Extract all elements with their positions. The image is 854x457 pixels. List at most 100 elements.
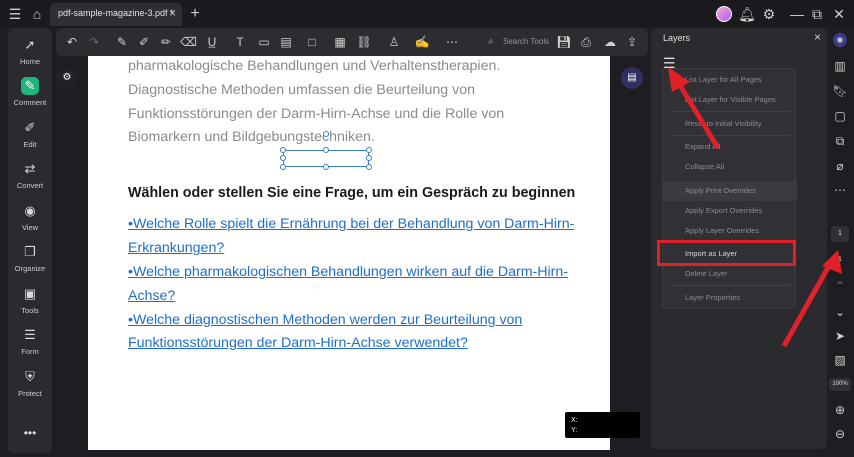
avatar[interactable] — [716, 6, 732, 22]
coord-y-label: Y: — [571, 427, 578, 434]
stamp-icon[interactable]: ♙ — [386, 34, 402, 50]
eraser-icon[interactable]: ⌫ — [180, 34, 197, 50]
cloud-icon[interactable]: ☁ — [602, 34, 618, 50]
rotate-handle[interactable] — [323, 131, 329, 137]
sidebar-item-view[interactable]: ◉ View — [8, 198, 52, 238]
question-link[interactable]: Achse? — [128, 288, 175, 304]
menu-item-list-visible[interactable]: List Layer for Visible Pages — [663, 90, 797, 110]
sidebar-item-organize[interactable]: ❐ Organize — [8, 239, 52, 279]
menu-item-list-all[interactable]: List Layer for All Pages — [663, 70, 797, 90]
ai-icon[interactable]: ◉ — [833, 33, 847, 47]
tab-close-icon[interactable]: × — [169, 6, 176, 20]
thumbnails-icon[interactable]: ▥ — [832, 58, 848, 74]
menu-divider — [669, 135, 791, 136]
minimize-icon[interactable]: — — [788, 5, 806, 23]
menu-item-layer-properties[interactable]: Layer Properties — [663, 288, 797, 308]
menu-item-export-overrides[interactable]: Apply Export Overrides — [663, 201, 797, 221]
coord-x-label: X: — [571, 417, 578, 424]
bell-icon[interactable]: 🔔︎ — [738, 5, 756, 23]
restore-icon[interactable]: ⧉ — [808, 5, 826, 23]
close-icon[interactable]: × — [814, 30, 821, 44]
sidebar-item-comment[interactable]: ✎ Comment — [8, 73, 52, 113]
question-link[interactable]: •Welche Rolle spielt die Ernährung bei d… — [128, 216, 574, 232]
gear-icon[interactable]: ⚙ — [760, 5, 778, 23]
paragraph-line: Diagnostische Methoden umfassen die Beur… — [128, 82, 476, 98]
resize-handle[interactable] — [280, 155, 286, 161]
sidebar-item-tools[interactable]: ▣ Tools — [8, 281, 52, 321]
zoom-in-icon[interactable]: ⊕ — [832, 402, 848, 418]
more-icon[interactable]: ••• — [8, 426, 52, 440]
note-icon[interactable]: ▦ — [332, 34, 348, 50]
menu-item-delete-layer[interactable]: Delete Layer — [663, 264, 797, 284]
home-icon[interactable]: ⌂ — [28, 5, 46, 23]
menu-item-layer-overrides[interactable]: Apply Layer Overrides — [663, 221, 797, 241]
sidebar-item-label: Home — [19, 57, 40, 66]
link-icon[interactable]: ⛓ — [356, 34, 372, 50]
form-icon: ☰ — [24, 327, 36, 342]
more-tools-icon[interactable]: ⋯ — [444, 34, 460, 50]
sidebar-item-label: Form — [21, 347, 39, 356]
attachment-icon[interactable]: ⌀ — [832, 158, 848, 174]
question-link[interactable]: Erkrankungen? — [128, 240, 224, 256]
resize-handle[interactable] — [323, 147, 329, 153]
organize-icon: ❐ — [24, 244, 36, 259]
menu-icon[interactable]: ☰ — [6, 5, 24, 23]
chevron-down-icon[interactable]: ⌄ — [832, 304, 848, 320]
chevron-up-icon[interactable]: ⌃ — [832, 278, 848, 294]
question-link[interactable]: •Welche pharmakologischen Behandlungen w… — [128, 264, 568, 280]
print-icon[interactable]: ⎙ — [578, 34, 594, 50]
rocket-icon: ➚ — [24, 37, 36, 52]
question-link[interactable]: •Welche diagnostischen Methoden werden z… — [128, 312, 522, 328]
question-link[interactable]: Funktionsstörungen der Darm-Hirn-Achse v… — [128, 335, 468, 351]
redo-icon[interactable]: ↷ — [86, 34, 102, 50]
undo-icon[interactable]: ↶ — [64, 34, 80, 50]
select-cursor-icon[interactable]: ➤ — [832, 328, 848, 344]
menu-item-print-overrides[interactable]: Apply Print Overrides — [663, 181, 797, 201]
comments-icon[interactable]: ▢ — [832, 108, 848, 124]
sidebar-item-convert[interactable]: ⇄ Convert — [8, 156, 52, 196]
menu-item-reset-visibility[interactable]: Reset to Initial Visibility — [663, 114, 797, 134]
menu-item-expand-all[interactable]: Expand All — [663, 137, 797, 157]
textbox-icon[interactable]: ▭ — [256, 34, 272, 50]
text-icon[interactable]: T — [232, 34, 248, 50]
panel-title: Layers — [663, 33, 691, 43]
resize-handle[interactable] — [323, 164, 329, 170]
save-icon[interactable]: 💾︎ — [556, 34, 572, 50]
resize-handle[interactable] — [280, 164, 286, 170]
current-page[interactable]: 1 — [831, 226, 849, 242]
sidebar-item-label: Comment — [13, 98, 47, 107]
menu-item-collapse-all[interactable]: Collapse All — [663, 157, 797, 177]
chat-prompt-heading: Wählen oder stellen Sie eine Frage, um e… — [128, 185, 576, 201]
underline-icon[interactable]: U̲ — [204, 34, 220, 50]
properties-icon[interactable]: ⚙ — [56, 67, 78, 89]
pencil-icon[interactable]: ✏ — [158, 34, 174, 50]
sidebar-item-label: Tools — [21, 306, 39, 315]
sidebar-item-protect[interactable]: ⛨ Protect — [8, 364, 52, 404]
comment-toolbar: ↶ ↷ ✎ ✐ ✏ ⌫ U̲ T ▭ ▤ □ ▦ ⛓ ♙ ✍ ⋯ ⌕ Searc… — [56, 28, 648, 56]
ai-assistant-icon[interactable]: ▤ — [621, 67, 643, 89]
close-window-icon[interactable]: ✕ — [830, 5, 848, 23]
sidebar-item-edit[interactable]: ✐ Edit — [8, 115, 52, 155]
zoom-level[interactable]: 100% — [829, 378, 851, 391]
highlighter-icon[interactable]: ✎ — [114, 34, 130, 50]
layers-icon[interactable]: ⧉ — [832, 133, 848, 149]
shield-icon: ⛨ — [25, 369, 35, 384]
shape-icon[interactable]: □ — [304, 34, 320, 50]
area-highlight-icon[interactable]: ✐ — [136, 34, 152, 50]
resize-handle[interactable] — [366, 147, 372, 153]
paragraph-line: pharmakologische Behandlungen und Verhal… — [128, 58, 501, 74]
zoom-out-icon[interactable]: ⊖ — [832, 426, 848, 442]
resize-handle[interactable] — [280, 147, 286, 153]
resize-handle[interactable] — [366, 155, 372, 161]
snapshot-icon[interactable]: ▨ — [832, 352, 848, 368]
document-tab[interactable]: pdf-sample-magazine-3.pdf * × — [50, 3, 182, 26]
more-icon[interactable]: ⋯ — [832, 182, 848, 198]
callout-icon[interactable]: ▤ — [278, 34, 294, 50]
sidebar-item-home[interactable]: ➚ Home — [8, 32, 52, 72]
sidebar-item-form[interactable]: ☰ Form — [8, 322, 52, 362]
bookmark-icon[interactable]: 🔖︎ — [832, 83, 848, 99]
share-icon[interactable]: ⇪ — [624, 34, 640, 50]
resize-handle[interactable] — [366, 164, 372, 170]
signature-icon[interactable]: ✍ — [414, 34, 430, 50]
new-tab-icon[interactable]: + — [186, 5, 204, 23]
